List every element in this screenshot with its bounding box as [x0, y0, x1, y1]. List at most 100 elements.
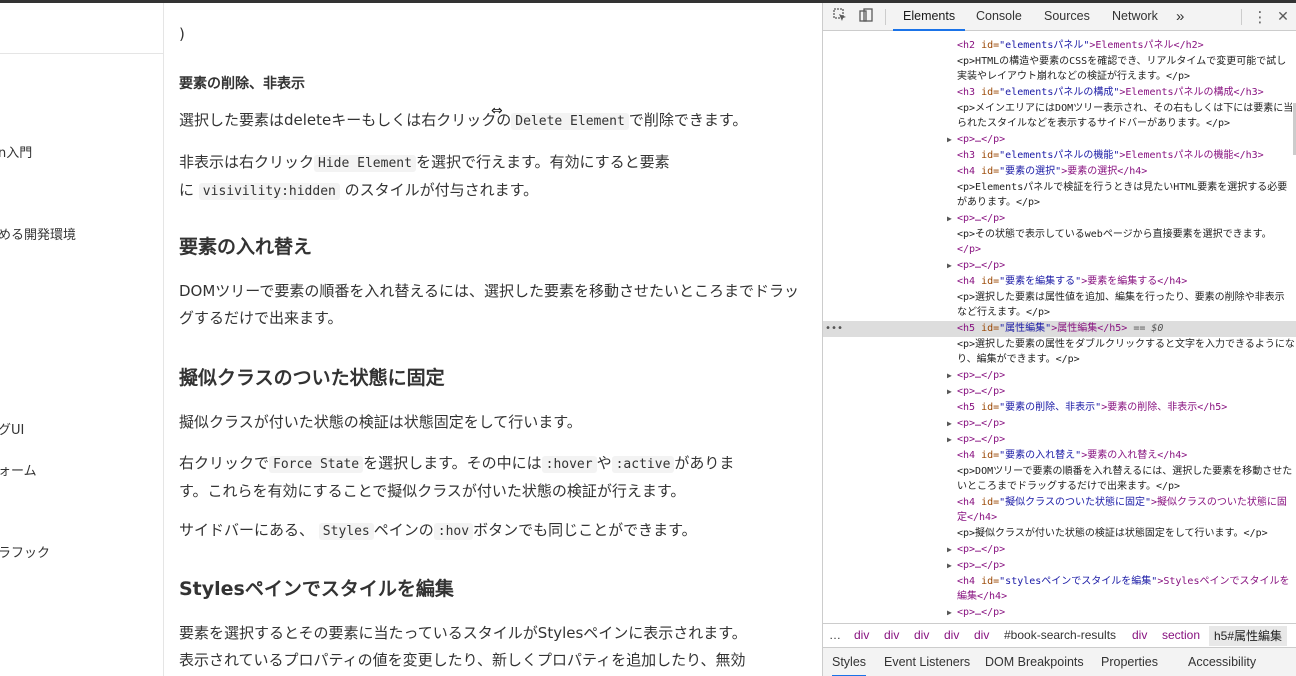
- breadcrumb-item[interactable]: #book-search-results: [1004, 628, 1116, 642]
- kebab-menu-icon[interactable]: ⋮: [1251, 8, 1269, 26]
- expand-triangle-icon[interactable]: ▶: [947, 542, 952, 558]
- breadcrumb-ellipsis[interactable]: …: [829, 628, 841, 642]
- tab-console[interactable]: Console: [976, 3, 1022, 31]
- expand-triangle-icon[interactable]: ▶: [947, 605, 952, 621]
- expand-triangle-icon[interactable]: ▶: [947, 258, 952, 274]
- dom-line[interactable]: <p>メインエリアにはDOMツリー表示され、その右もしくは下には要素に当て: [823, 101, 1296, 117]
- heading-pseudo: 擬似クラスのついた状態に固定: [179, 367, 445, 389]
- paragraph-pseudo-3: サイドバーにある、 Styles ペインの:hov ボタンでも同じことができます。: [179, 521, 697, 540]
- sidebar-item[interactable]: ラフック: [0, 542, 50, 561]
- breadcrumb-item[interactable]: section: [1162, 628, 1200, 642]
- paragraph-delete: 選択した要素はdeleteキーもしくは右クリックの Delete Element で…: [179, 111, 748, 130]
- dom-line[interactable]: <p>DOMツリーで要素の順番を入れ替えるには、選択した要素を移動させた: [823, 464, 1296, 480]
- dom-line[interactable]: <h5 id="要素の削除、非表示">要素の削除、非表示</h5>: [823, 400, 1296, 416]
- dom-line[interactable]: <p>Elementsパネルで検証を行うときは見たいHTML要素を選択する必要: [823, 180, 1296, 196]
- dom-line[interactable]: <p>選択した要素は属性値を追加、編集を行ったり、要素の削除や非表示: [823, 290, 1296, 306]
- elements-subtabs: Styles Event Listeners DOM Breakpoints P…: [823, 647, 1296, 676]
- dom-line-collapsed[interactable]: ▶ <p>…</p>: [823, 558, 1296, 574]
- sidebar-item[interactable]: グUI: [0, 419, 24, 438]
- book-sidebar: n入門 める開発環境 グUI ォーム ラフック: [0, 3, 164, 676]
- devtools-tabbar: Elements Console Sources Network » ⋮ ✕: [823, 3, 1296, 31]
- dom-line[interactable]: られたスタイルなどを表示するサイドバーがあります。</p>: [823, 116, 1296, 132]
- dom-line[interactable]: <h4 id="要素の入れ替え">要素の入れ替え</h4>: [823, 448, 1296, 464]
- code-visibility: visivility:hidden: [198, 183, 340, 200]
- expand-triangle-icon[interactable]: ▶: [947, 432, 952, 448]
- more-tabs-icon[interactable]: »: [1176, 3, 1184, 31]
- breadcrumb-item[interactable]: div: [944, 628, 959, 642]
- dom-line[interactable]: <h4 id="要素を編集する">要素を編集する</h4>: [823, 274, 1296, 290]
- dom-line[interactable]: <h2 id="elementsパネル">Elementsパネル</h2>: [823, 38, 1296, 54]
- dom-line-collapsed[interactable]: ▶ <p>…</p>: [823, 132, 1296, 148]
- dom-line[interactable]: </p>: [823, 242, 1296, 258]
- dom-line-collapsed[interactable]: ▶ <p>…</p>: [823, 542, 1296, 558]
- resize-cursor-icon: ⇔: [491, 103, 503, 119]
- dom-line[interactable]: があります。</p>: [823, 195, 1296, 211]
- heading-delete-hide: 要素の削除、非表示: [179, 76, 305, 92]
- breadcrumb-item[interactable]: div: [854, 628, 869, 642]
- dom-line-collapsed[interactable]: ▶ <p>…</p>: [823, 605, 1296, 621]
- device-toggle-icon[interactable]: [857, 8, 875, 26]
- dom-line[interactable]: など行えます。</p>: [823, 305, 1296, 321]
- dom-line[interactable]: いところまでドラッグするだけで出来ます。</p>: [823, 479, 1296, 495]
- code-hide-element: Hide Element: [314, 155, 416, 172]
- dom-line-collapsed[interactable]: ▶ <p>…</p>: [823, 432, 1296, 448]
- sidebar-item[interactable]: ォーム: [0, 460, 37, 479]
- dom-line-collapsed[interactable]: ▶ <p>…</p>: [823, 416, 1296, 432]
- dom-line[interactable]: <p>選択した要素の属性をダブルクリックすると文字を入力できるようにな: [823, 337, 1296, 353]
- breadcrumb-item[interactable]: div: [884, 628, 899, 642]
- dom-tree: ・・・・・・・・・・・・・・・・・・・・・・・・・・・・・ <h2 id="el…: [823, 32, 1296, 621]
- dom-line-collapsed[interactable]: ▶ <p>…</p>: [823, 258, 1296, 274]
- more-actions-icon[interactable]: •••: [825, 321, 843, 337]
- article-content: ) 要素の削除、非表示 選択した要素はdeleteキーもしくは右クリックの Del…: [164, 3, 822, 676]
- dom-line[interactable]: <h4 id="要素の選択">要素の選択</h4>: [823, 164, 1296, 180]
- dom-line[interactable]: <p>擬似クラスが付いた状態の検証は状態固定をして行います。</p>: [823, 526, 1296, 542]
- paragraph-swap: DOMツリーで要素の順番を入れ替えるには、選択した要素を移動させたいところまでド…: [179, 282, 799, 327]
- sidebar-item[interactable]: n入門: [0, 142, 32, 161]
- breadcrumb-item[interactable]: div: [1132, 628, 1147, 642]
- heading-swap: 要素の入れ替え: [179, 236, 313, 258]
- expand-triangle-icon[interactable]: ▶: [947, 558, 952, 574]
- subtab-styles[interactable]: Styles: [832, 655, 867, 676]
- subtab-dom-breakpoints[interactable]: DOM Breakpoints: [985, 655, 1084, 669]
- expand-triangle-icon[interactable]: ▶: [947, 368, 952, 384]
- toolbar-divider: [1241, 9, 1242, 25]
- expand-triangle-icon[interactable]: ▶: [947, 132, 952, 148]
- dom-line[interactable]: 実装やレイアウト崩れなどの検証が行えます。</p>: [823, 69, 1296, 85]
- dom-line[interactable]: <p>その状態で表示しているwebページから直接要素を選択できます。: [823, 227, 1296, 243]
- tab-sources[interactable]: Sources: [1044, 3, 1090, 31]
- dom-line-collapsed[interactable]: ▶ <p>…</p>: [823, 368, 1296, 384]
- dom-line[interactable]: り、編集ができます。</p>: [823, 352, 1296, 368]
- dom-line[interactable]: 編集</h4>: [823, 589, 1296, 605]
- close-icon[interactable]: ✕: [1274, 8, 1292, 26]
- code-active: :active: [611, 456, 675, 473]
- dom-line-selected[interactable]: ••• <h5 id="属性編集">属性編集</h5> == $0: [823, 321, 1296, 337]
- expand-triangle-icon[interactable]: ▶: [947, 384, 952, 400]
- dom-line[interactable]: <h4 id="擬似クラスのついた状態に固定">擬似クラスのついた状態に固: [823, 495, 1296, 511]
- expand-triangle-icon[interactable]: ▶: [947, 416, 952, 432]
- breadcrumb-item[interactable]: div: [914, 628, 929, 642]
- sidebar-divider: [0, 53, 163, 54]
- dom-line-collapsed[interactable]: ▶ <p>…</p>: [823, 211, 1296, 227]
- dom-line[interactable]: 定</h4>: [823, 510, 1296, 526]
- breadcrumb-item[interactable]: div: [974, 628, 989, 642]
- dom-breadcrumb: … div div div div div #book-search-resul…: [823, 623, 1296, 647]
- dom-line-collapsed[interactable]: ▶ <p>…</p>: [823, 384, 1296, 400]
- paragraph-hide: 非表示は右クリック Hide Element を選択で行えます。有効にすると要素に …: [179, 153, 670, 200]
- sidebar-item[interactable]: める開発環境: [0, 224, 76, 243]
- dom-line[interactable]: <h4 id="stylesペインでスタイルを編集">Stylesペインでスタイ…: [823, 574, 1296, 590]
- code-hov: :hov: [433, 523, 474, 540]
- breadcrumb-current[interactable]: h5#属性編集: [1209, 626, 1288, 646]
- heading-styles-pane: Stylesペインでスタイルを編集: [179, 578, 454, 600]
- code-styles: Styles: [318, 523, 374, 540]
- dom-line[interactable]: <h3 id="elementsパネルの構成">Elementsパネルの構成</…: [823, 85, 1296, 101]
- expand-triangle-icon[interactable]: ▶: [947, 211, 952, 227]
- inspect-icon[interactable]: [831, 8, 849, 26]
- subtab-event-listeners[interactable]: Event Listeners: [884, 655, 970, 669]
- devtools-panel: Elements Console Sources Network » ⋮ ✕ ・…: [822, 3, 1296, 676]
- dom-line[interactable]: <h3 id="elementsパネルの機能">Elementsパネルの機能</…: [823, 148, 1296, 164]
- tab-elements[interactable]: Elements: [893, 3, 966, 31]
- dom-line[interactable]: <p>HTMLの構造や要素のCSSを確認でき、リアルタイムで変更可能で試し: [823, 54, 1296, 70]
- tab-network[interactable]: Network: [1112, 3, 1158, 31]
- subtab-accessibility[interactable]: Accessibility: [1188, 655, 1256, 669]
- subtab-properties[interactable]: Properties: [1101, 655, 1158, 669]
